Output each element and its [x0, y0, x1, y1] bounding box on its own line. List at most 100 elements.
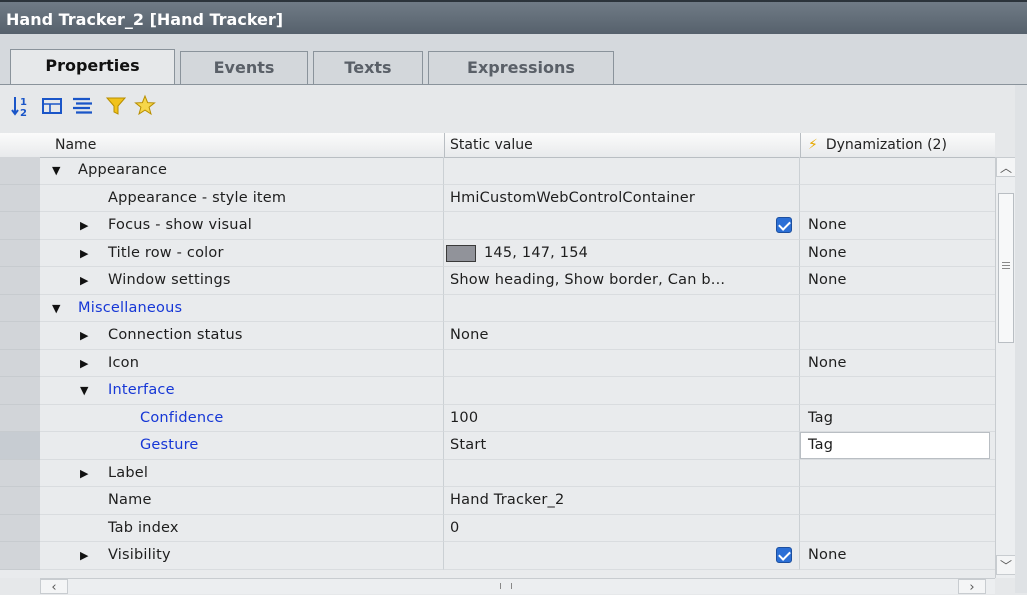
expand-arrow-icon[interactable]: ▶ [80, 460, 88, 487]
dynamization-cell[interactable] [800, 295, 995, 322]
property-name-cell[interactable]: ▶ Window settings [40, 267, 444, 295]
scroll-down-icon[interactable]: ﹀ [996, 555, 1016, 575]
scroll-right-icon[interactable]: › [958, 579, 986, 595]
dynamization-cell[interactable]: None [800, 240, 995, 267]
property-name-cell[interactable]: Tab index [40, 514, 444, 542]
property-row[interactable]: ▼ Miscellaneous [0, 294, 995, 322]
property-name-cell[interactable]: ▶ Icon [40, 349, 444, 377]
property-name-cell[interactable]: ▶ Label [40, 459, 444, 487]
favorites-star-icon[interactable] [133, 93, 159, 119]
property-row[interactable]: ▶ Icon None [0, 349, 995, 377]
static-value-cell[interactable] [444, 542, 800, 570]
property-name-cell[interactable]: ▶ Focus - show visual [40, 212, 444, 240]
property-name-cell[interactable]: ▼ Miscellaneous [40, 294, 444, 322]
expand-arrow-icon[interactable]: ▶ [80, 212, 88, 239]
static-value-cell[interactable] [444, 157, 800, 185]
property-name: Appearance - style item [108, 189, 287, 206]
static-value-cell[interactable]: 0 [444, 514, 800, 542]
property-name-cell[interactable]: Confidence [40, 404, 444, 432]
group-icon[interactable] [40, 93, 66, 119]
collapse-arrow-icon[interactable]: ▼ [52, 295, 60, 322]
property-row[interactable]: Confidence 100 Tag [0, 404, 995, 432]
property-row[interactable]: ▶ Title row - color 145, 147, 154 None [0, 239, 995, 267]
scroll-thumb[interactable] [998, 193, 1014, 343]
static-value-cell[interactable]: Start [444, 432, 800, 460]
column-header-dynamization[interactable]: ⚡ Dynamization (2) [808, 133, 947, 157]
property-row[interactable]: ▶ Label [0, 459, 995, 487]
horizontal-scrollbar[interactable]: ‹ › [40, 578, 995, 595]
dynamization-cell[interactable]: Tag [800, 405, 995, 432]
property-name-cell[interactable]: ▶ Visibility [40, 542, 444, 570]
static-value-cell[interactable] [444, 349, 800, 377]
static-value-cell[interactable]: HmiCustomWebControlContainer [444, 184, 800, 212]
dynamization-cell[interactable] [800, 487, 995, 515]
dynamization-cell[interactable]: None [800, 350, 995, 377]
dynamization-cell[interactable]: None [800, 542, 995, 570]
scroll-grip-icon[interactable] [500, 583, 512, 589]
static-value-cell[interactable]: 100 [444, 404, 800, 432]
property-name-cell[interactable]: ▶ Title row - color [40, 239, 444, 267]
list-view-icon[interactable] [70, 93, 96, 119]
tab-expressions[interactable]: Expressions [428, 51, 614, 84]
static-value-cell[interactable]: None [444, 322, 800, 350]
tab-texts[interactable]: Texts [313, 51, 423, 84]
dynamization-cell[interactable]: None [800, 267, 995, 295]
column-header-name[interactable]: Name [55, 133, 96, 157]
static-value-cell[interactable]: 145, 147, 154 [444, 239, 800, 267]
sort-ascending-icon[interactable]: 1 2 [10, 93, 36, 119]
static-value-cell[interactable] [444, 294, 800, 322]
property-name-cell[interactable]: ▶ Connection status [40, 322, 444, 350]
dynamization-cell[interactable]: Tag [800, 432, 995, 460]
property-row[interactable]: ▶ Visibility None [0, 542, 995, 570]
scroll-left-icon[interactable]: ‹ [40, 579, 68, 595]
checkbox-checked-icon[interactable] [776, 547, 792, 563]
property-row[interactable]: ▼ Interface [0, 377, 995, 405]
property-row[interactable]: ▼ Appearance [0, 157, 995, 185]
property-name-cell[interactable]: Gesture [40, 432, 444, 460]
filter-icon[interactable] [104, 93, 130, 119]
color-swatch[interactable] [446, 244, 476, 262]
property-name-cell[interactable]: ▼ Appearance [40, 157, 444, 185]
expand-arrow-icon[interactable]: ▶ [80, 240, 88, 267]
property-row[interactable]: ▶ Focus - show visual None [0, 212, 995, 240]
static-value-cell[interactable]: Hand Tracker_2 [444, 487, 800, 515]
dynamization-cell[interactable] [800, 185, 995, 212]
collapse-arrow-icon[interactable]: ▼ [80, 377, 88, 404]
checkbox-checked-icon[interactable] [776, 217, 792, 233]
property-row[interactable]: Appearance - style item HmiCustomWebContr… [0, 184, 995, 212]
collapse-arrow-icon[interactable]: ▼ [52, 157, 60, 184]
column-header-static-value[interactable]: Static value [450, 133, 533, 157]
vertical-scrollbar[interactable]: ︿ ﹀ [995, 157, 1016, 578]
property-name: Tab index [108, 519, 179, 536]
property-row[interactable]: Gesture Start Tag [0, 432, 995, 460]
expand-arrow-icon[interactable]: ▶ [80, 542, 88, 569]
static-value-cell[interactable] [444, 377, 800, 405]
static-value-cell[interactable] [444, 459, 800, 487]
row-gutter [0, 404, 40, 432]
property-name-cell[interactable]: ▼ Interface [40, 377, 444, 405]
property-name: Miscellaneous [78, 299, 183, 316]
expand-arrow-icon[interactable]: ▶ [80, 322, 88, 349]
tab-properties[interactable]: Properties [10, 49, 175, 85]
property-row[interactable]: Name Hand Tracker_2 [0, 487, 995, 515]
expand-arrow-icon[interactable]: ▶ [80, 350, 88, 377]
property-row[interactable]: ▶ Window settings Show heading, Show borde… [0, 267, 995, 295]
tab-events[interactable]: Events [180, 51, 308, 84]
property-name-cell[interactable]: Appearance - style item [40, 184, 444, 212]
static-value-cell[interactable]: Show heading, Show border, Can b... [444, 267, 800, 295]
dynamization-cell[interactable] [800, 377, 995, 405]
expand-arrow-icon[interactable]: ▶ [80, 267, 88, 294]
static-value-cell[interactable] [444, 212, 800, 240]
dynamization-cell[interactable]: None [800, 212, 995, 240]
dynamization-cell[interactable] [800, 515, 995, 542]
scroll-up-icon[interactable]: ︿ [996, 157, 1016, 177]
dynamization-cell[interactable] [800, 460, 995, 487]
column-divider[interactable] [800, 133, 801, 157]
property-row[interactable]: Tab index 0 [0, 514, 995, 542]
column-divider[interactable] [444, 133, 445, 157]
property-name: Visibility [108, 547, 171, 563]
dynamization-cell[interactable] [800, 157, 995, 185]
property-name-cell[interactable]: Name [40, 487, 444, 515]
dynamization-cell[interactable] [800, 322, 995, 350]
property-row[interactable]: ▶ Connection status None [0, 322, 995, 350]
